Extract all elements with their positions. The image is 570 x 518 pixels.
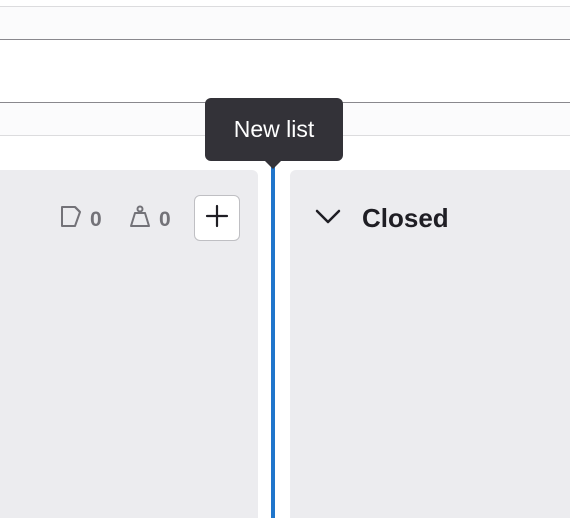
add-issue-button[interactable] bbox=[194, 195, 240, 241]
issue-count-group: 0 bbox=[58, 204, 102, 235]
filter-bar-top bbox=[0, 6, 570, 40]
tooltip-text: New list bbox=[233, 116, 315, 142]
weight-count-group: 0 bbox=[127, 204, 171, 235]
issue-count: 0 bbox=[90, 208, 102, 231]
board-page: 0 0 Closed New list bbox=[0, 0, 570, 518]
plus-icon bbox=[204, 203, 230, 234]
filter-bar bbox=[0, 40, 570, 103]
new-list-tooltip: New list bbox=[205, 98, 343, 161]
closed-list-title: Closed bbox=[362, 202, 449, 233]
new-list-drop-indicator[interactable] bbox=[271, 166, 275, 518]
issue-icon bbox=[58, 204, 84, 235]
tooltip-arrow bbox=[264, 160, 282, 169]
weight-icon bbox=[127, 204, 153, 235]
chevron-down-icon[interactable] bbox=[312, 200, 344, 237]
weight-count: 0 bbox=[159, 208, 171, 231]
closed-list-header[interactable]: Closed bbox=[312, 196, 449, 240]
